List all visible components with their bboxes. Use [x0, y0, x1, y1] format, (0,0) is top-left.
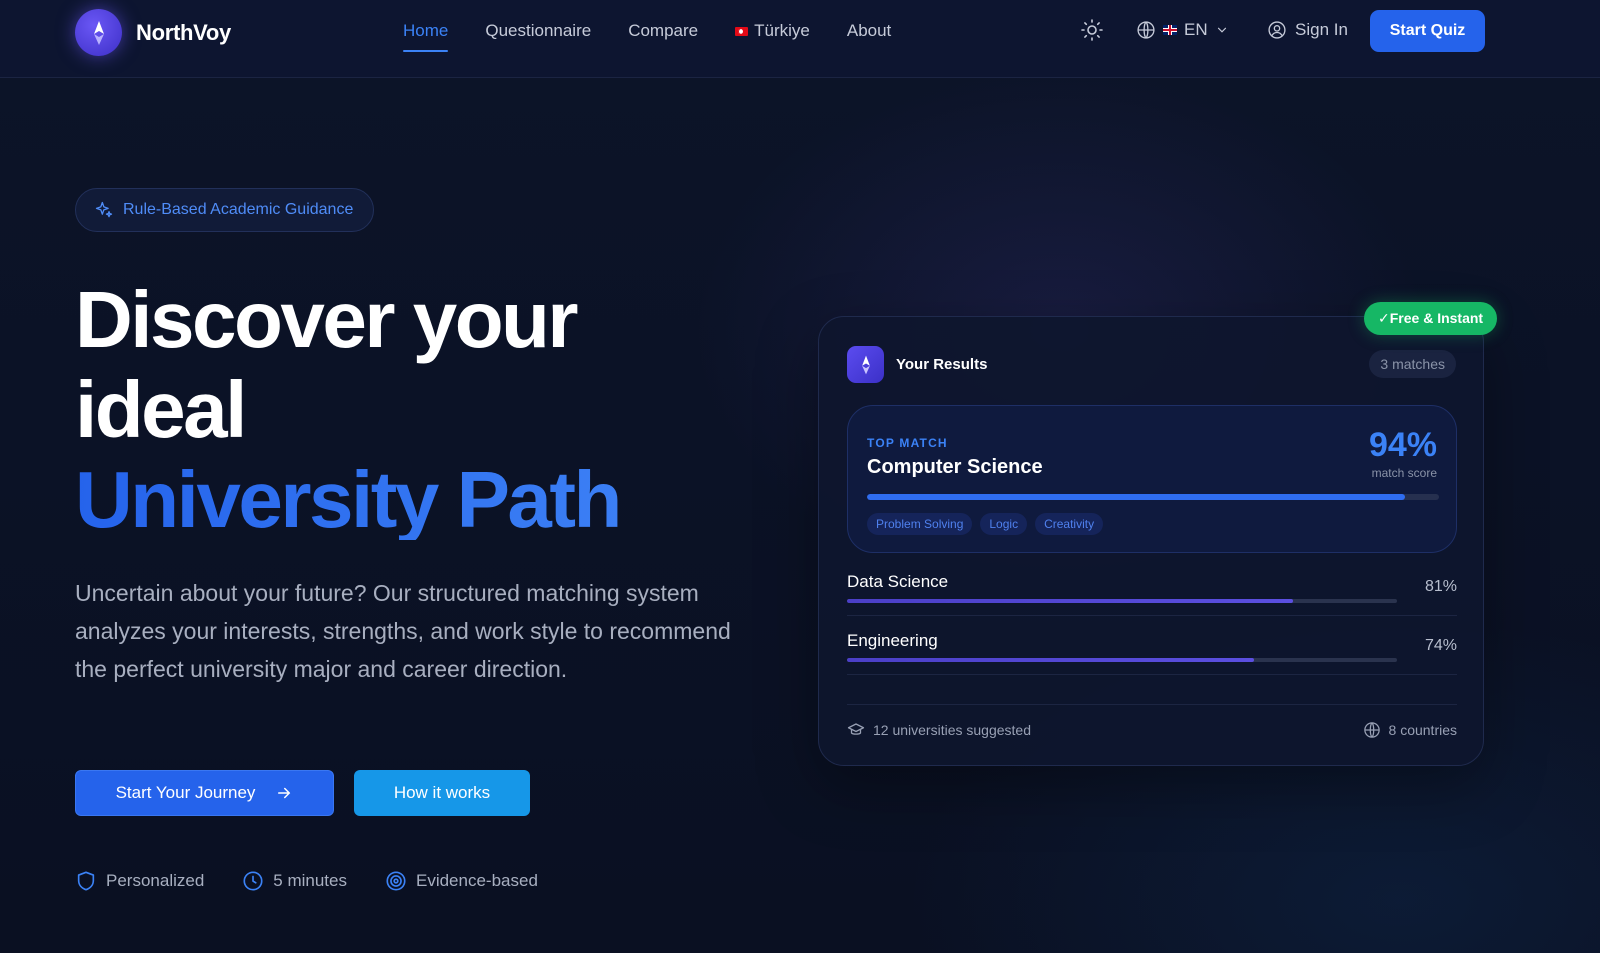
- shield-icon: [77, 871, 95, 891]
- feature-duration: 5 minutes: [242, 870, 347, 892]
- free-instant-badge: ✓Free & Instant: [1364, 302, 1498, 335]
- sun-icon[interactable]: [1080, 18, 1104, 42]
- results-preview-card: Your Results 3 matches TOP MATCH Compute…: [818, 316, 1484, 766]
- top-match-name: Computer Science: [867, 456, 1043, 478]
- divider: [847, 674, 1457, 675]
- universities-stat-label: 12 universities suggested: [873, 722, 1031, 738]
- match-name: Data Science: [847, 572, 949, 591]
- divider: [847, 615, 1457, 616]
- arrow-right-icon: [278, 787, 291, 799]
- match-progress-fill: [847, 599, 1293, 603]
- top-match-score-label: match score: [1371, 466, 1437, 480]
- top-match-label: TOP MATCH: [867, 436, 948, 450]
- uk-flag-icon: [1163, 25, 1177, 35]
- tag-creativity: Creativity: [1035, 513, 1104, 535]
- compass-icon: [847, 346, 884, 383]
- matches-count-badge: 3 matches: [1369, 350, 1456, 378]
- match-progress-fill: [847, 658, 1254, 662]
- hero-title-line-1: Discover your: [75, 275, 579, 364]
- match-progress: [847, 658, 1397, 662]
- top-match-panel: TOP MATCH Computer Science 94% match sco…: [847, 405, 1457, 553]
- sign-in-link[interactable]: Sign In: [1267, 20, 1348, 40]
- sign-in-label: Sign In: [1295, 20, 1348, 39]
- feature-personalized: Personalized: [75, 870, 204, 892]
- card-header: Your Results: [847, 346, 987, 383]
- feature-evidence: Evidence-based: [385, 870, 538, 892]
- start-journey-label: Start Your Journey: [115, 783, 256, 802]
- user-circle-icon: [1268, 21, 1286, 39]
- feature-personalized-label: Personalized: [106, 871, 205, 890]
- feature-list: Personalized 5 minutes Evidence-based: [75, 870, 538, 892]
- match-progress: [847, 599, 1397, 603]
- card-footer: 12 universities suggested 8 countries: [847, 704, 1457, 738]
- guidance-pill-label: Rule-Based Academic Guidance: [123, 201, 354, 218]
- hero-description: Uncertain about your future? Our structu…: [75, 580, 731, 682]
- hero-title-line-2: ideal: [75, 365, 247, 454]
- sparkles-icon: [95, 201, 113, 218]
- tag-problem-solving: Problem Solving: [867, 513, 973, 535]
- countries-stat-label: 8 countries: [1388, 722, 1457, 738]
- graduation-cap-icon: [847, 723, 865, 735]
- start-quiz-button[interactable]: Start Quiz: [1370, 10, 1485, 52]
- chevron-down-icon: [1217, 27, 1226, 33]
- feature-duration-label: 5 minutes: [273, 871, 347, 890]
- nav-actions: EN Sign In Start Quiz: [0, 10, 1600, 52]
- match-percent: 81%: [1424, 578, 1457, 595]
- tag-logic: Logic: [980, 513, 1028, 535]
- top-match-tags: Problem Solving Logic Creativity: [867, 513, 1104, 535]
- top-navbar: NorthVoy Home Questionnaire Compare Türk…: [0, 0, 1600, 78]
- hero-title-highlight: University Path: [75, 455, 622, 544]
- match-name: Engineering: [847, 631, 938, 650]
- start-journey-button[interactable]: Start Your Journey: [75, 770, 334, 816]
- top-match-progress-fill: [867, 494, 1405, 500]
- how-it-works-button[interactable]: How it works: [354, 770, 530, 816]
- countries-stat: 8 countries: [1363, 721, 1457, 739]
- globe-icon: [1137, 21, 1155, 39]
- guidance-pill: Rule-Based Academic Guidance: [75, 188, 375, 232]
- top-match-progress: [867, 494, 1439, 500]
- language-selector[interactable]: EN: [1136, 20, 1229, 40]
- feature-evidence-label: Evidence-based: [415, 871, 538, 890]
- globe-icon: [1363, 722, 1380, 738]
- target-icon: [386, 871, 406, 891]
- language-label: EN: [1184, 20, 1208, 39]
- universities-stat: 12 universities suggested: [847, 721, 1031, 739]
- card-title: Your Results: [896, 356, 988, 373]
- clock-icon: [243, 871, 263, 891]
- top-match-score: 94%: [1368, 426, 1437, 464]
- match-percent: 74%: [1424, 637, 1457, 654]
